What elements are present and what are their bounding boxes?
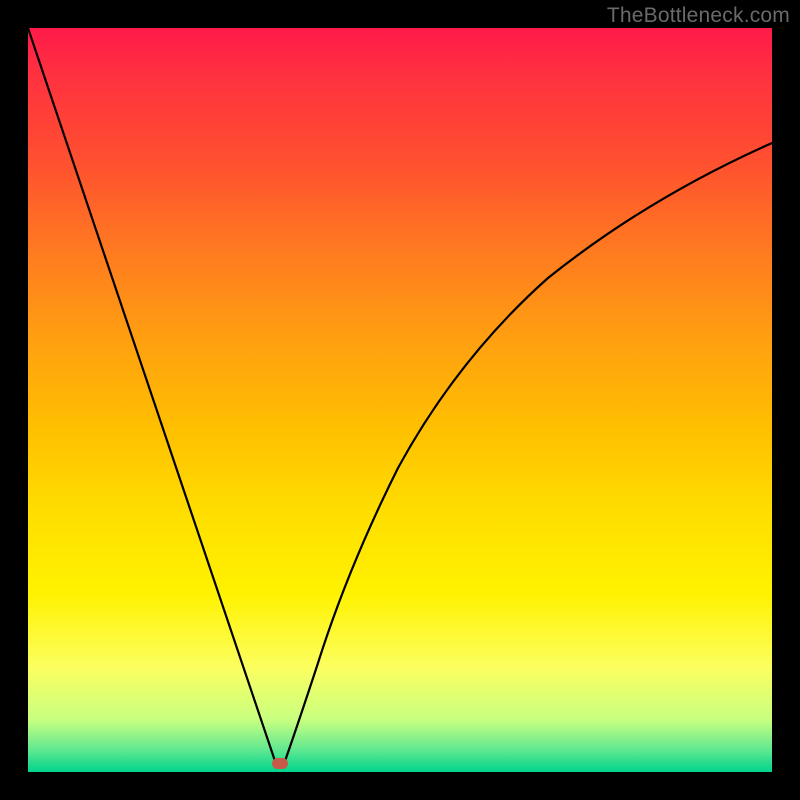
curve-right-branch	[284, 143, 772, 764]
watermark-text: TheBottleneck.com	[607, 4, 790, 28]
minimum-marker	[272, 758, 288, 769]
bottleneck-curve	[28, 28, 772, 772]
curve-left-branch	[28, 28, 276, 764]
